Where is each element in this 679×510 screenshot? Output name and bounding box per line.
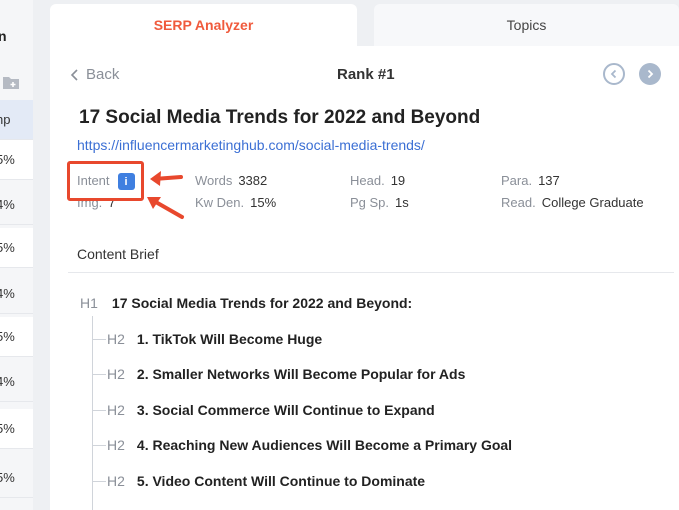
sidebar-item[interactable]: 4% [0,362,33,402]
annotation-arrow-icon [147,197,184,219]
sidebar-title: n [0,28,7,44]
heading-text: 4. Reaching New Audiences Will Become a … [136,437,513,453]
pgsp-stat: Pg Sp. 1s [350,195,409,210]
heading-text: 3. Social Commerce Will Continue to Expa… [136,402,435,418]
heading-tag: H2 [107,331,125,347]
head-value: 19 [390,173,406,188]
content-brief-heading: Content Brief [77,246,159,262]
words-stat: Words 3382 [195,173,267,188]
chevron-left-icon [610,69,617,79]
tree-connector [92,374,106,375]
tree-connector [92,445,106,446]
folder-plus-icon[interactable] [2,73,20,91]
back-label: Back [86,66,120,83]
heading-tag: H1 [80,295,98,311]
heading-tag: H2 [107,437,125,453]
para-label: Para. [501,173,533,188]
chevron-right-icon [647,69,654,79]
rank-title: Rank #1 [337,66,395,83]
divider [68,272,674,273]
para-value: 137 [538,173,560,188]
heading-text: 2. Smaller Networks Will Become Popular … [136,366,466,382]
read-label: Read. [501,195,536,210]
tree-connector [92,339,106,340]
para-stat: Para. 137 [501,173,560,188]
kwden-value: 15% [250,195,277,210]
next-result-button[interactable] [639,63,661,85]
read-value: College Graduate [541,195,644,210]
heading-tag: H2 [107,402,125,418]
previous-result-button[interactable] [603,63,625,85]
annotation-highlight-box [67,161,144,201]
sidebar-item[interactable]: 5% [0,228,33,268]
tab-serp-analyzer[interactable]: SERP Analyzer [50,4,357,46]
outline-item-h2: H2 4. Reaching New Audiences Will Become … [107,437,512,453]
sidebar-item[interactable]: 5% [0,409,33,449]
kwden-label: Kw Den. [195,195,245,210]
result-url-link[interactable]: https://influencermarketinghub.com/socia… [77,137,425,153]
outline-item-h2: H2 3. Social Commerce Will Continue to Ex… [107,402,435,418]
read-stat: Read. College Graduate [501,195,644,210]
words-value: 3382 [238,173,268,188]
words-label: Words [195,173,233,188]
serp-panel: Back Rank #1 17 Social Media Trends for … [50,46,679,510]
sidebar-item-active[interactable]: np [0,100,33,140]
heading-tag: H2 [107,366,125,382]
back-button[interactable]: Back [70,66,119,83]
outline-item-h2: H2 5. Video Content Will Continue to Domi… [107,473,425,489]
heading-text: 1. TikTok Will Become Huge [136,331,323,347]
sidebar-item[interactable]: 5% [0,140,33,180]
tab-topics[interactable]: Topics [374,4,679,46]
heading-text: 17 Social Media Trends for 2022 and Beyo… [111,295,413,311]
tree-connector [92,481,106,482]
head-stat: Head. 19 [350,173,405,188]
sidebar-item[interactable]: 5% [0,458,33,498]
kwden-stat: Kw Den. 15% [195,195,276,210]
sidebar-item[interactable]: 4% [0,185,33,225]
sidebar-item[interactable]: 5% [0,317,33,357]
heading-text: 5. Video Content Will Continue to Domina… [136,473,426,489]
outline-item-h2: H2 1. TikTok Will Become Huge [107,331,322,347]
outline-item-h1: H1 17 Social Media Trends for 2022 and Be… [80,295,412,311]
page-title: 17 Social Media Trends for 2022 and Beyo… [79,107,481,128]
outline-item-h2: H2 2. Smaller Networks Will Become Popula… [107,366,465,382]
tree-connector [92,410,106,411]
pgsp-value: 1s [395,195,409,210]
sidebar: n np 5% 4% 5% 4% 5% 4% 5% 5% [0,0,33,510]
chevron-left-icon [70,68,78,81]
annotation-arrow-icon [150,171,183,186]
pgsp-label: Pg Sp. [350,195,390,210]
sidebar-item[interactable]: 4% [0,274,33,314]
heading-tag: H2 [107,473,125,489]
head-label: Head. [350,173,385,188]
